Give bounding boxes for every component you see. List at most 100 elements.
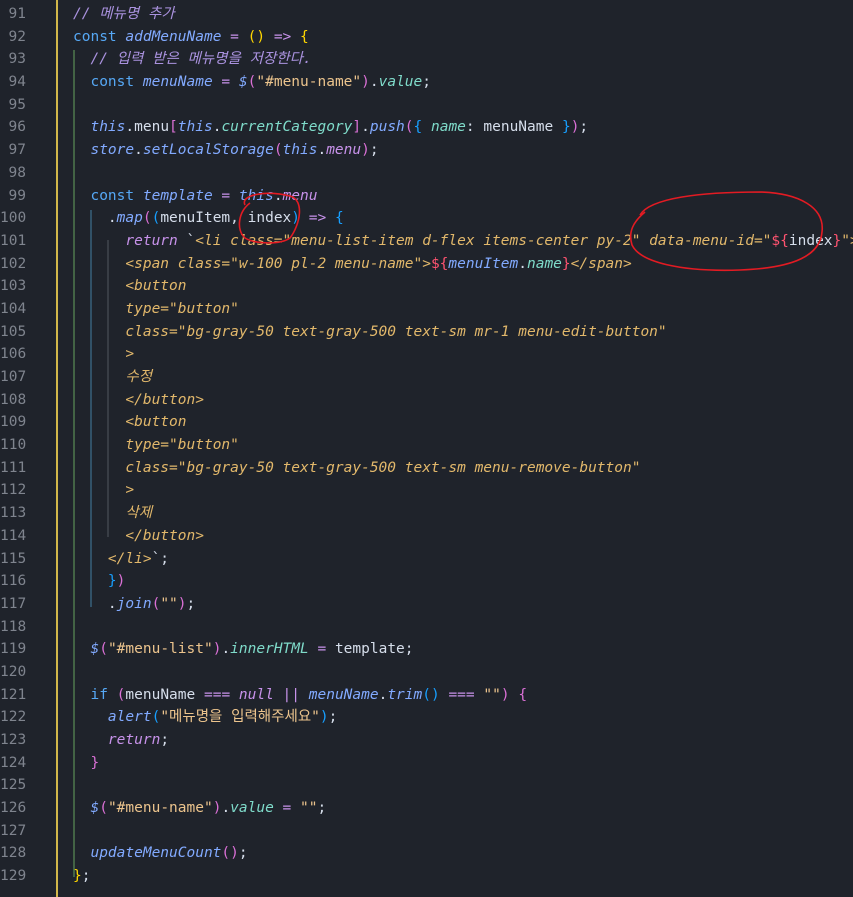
code-text: class="bg-gray-50 text-gray-500 text-sm … [73,457,853,480]
code-line[interactable]: 108 </button> [0,389,853,412]
code-line[interactable]: 105 class="bg-gray-50 text-gray-500 text… [0,321,853,344]
line-number: 120 [0,663,27,680]
code-token: ; [81,868,91,885]
code-token: value [378,74,423,91]
code-line[interactable]: 125 [0,774,853,797]
code-line[interactable]: 106 > [0,343,853,366]
code-token: . [107,595,117,612]
code-token: this [90,119,126,136]
code-token: ; [369,142,379,159]
code-line[interactable]: 117 .join(""); [0,593,853,616]
code-line[interactable]: 122 alert("메뉴명을 입력해주세요"); [0,706,853,729]
code-token: ; [579,119,589,136]
code-line[interactable]: 128 updateMenuCount(); [0,842,853,865]
code-text: </button> [73,389,853,412]
line-number: 115 [0,550,27,567]
code-line[interactable]: 95 [0,94,853,117]
code-token: value [230,800,274,817]
code-text: $("#menu-list").innerHTML = template; [73,638,853,661]
code-line[interactable]: 114 </button> [0,525,853,548]
code-text: alert("메뉴명을 입력해주세요"); [73,706,853,729]
code-line[interactable]: 97 store.setLocalStorage(this.menu); [0,139,853,162]
code-token: <button [125,414,187,431]
code-token: = [308,641,335,658]
code-token: () [422,686,440,703]
code-text: .map((menuItem, index) => { [73,207,853,230]
code-line[interactable]: 91 // 메뉴명 추가 [0,3,853,26]
code-line[interactable]: 101 return `<li class="menu-list-item d-… [0,230,853,253]
code-token: menuItem [448,255,519,272]
code-line[interactable]: 120 [0,661,853,684]
code-line[interactable]: 107 수정 [0,366,853,389]
code-token: } [832,232,842,249]
code-line[interactable]: 119 $("#menu-list").innerHTML = template… [0,638,853,661]
code-text: const template = this.menu [73,185,853,208]
code-line[interactable]: 121 if (menuName === null || menuName.tr… [0,684,853,707]
line-number: 109 [0,414,27,431]
code-token: menuItem [160,210,231,227]
line-number: 105 [0,323,27,340]
code-line[interactable]: 109 <button [0,411,853,434]
code-token: $ [90,641,100,658]
code-line[interactable]: 100 .map((menuItem, index) => { [0,207,853,230]
code-line[interactable]: 124 } [0,752,853,775]
code-line[interactable]: 96 this.menu[this.currentCategory].push(… [0,116,853,139]
code-token: > [125,346,135,363]
line-number: 127 [0,822,27,839]
code-editor[interactable]: 91// 메뉴명 추가 92 const addMenuName = () => {… [0,3,853,888]
code-line[interactable]: 92 const addMenuName = () => { [0,26,853,49]
code-line[interactable]: 94 const menuName = $("#menu-name").valu… [0,71,853,94]
code-token: . [369,74,379,91]
code-token: name [430,119,466,136]
code-token: ) [177,595,187,612]
line-number: 119 [0,641,27,658]
code-token: return [107,732,161,748]
code-line[interactable]: 129}; [0,865,853,888]
code-text: } [73,752,853,775]
code-text: }) [73,570,853,593]
code-token: . [134,142,143,159]
code-line[interactable]: 110 type="button" [0,434,853,457]
code-line[interactable]: 93 // 입력 받은 메뉴명을 저장한다. [0,48,853,71]
code-line[interactable]: 103 <button [0,275,853,298]
code-token: </button> [125,391,204,408]
code-token: type="button" [125,437,239,454]
code-token: updateMenuCount [90,845,222,862]
line-number: 96 [8,119,26,136]
code-token: ) [291,210,301,227]
code-token: <button [125,278,187,295]
code-text: // 메뉴명 추가 [73,3,853,26]
code-token: { [518,686,528,703]
code-line[interactable]: 104 type="button" [0,298,853,321]
code-line[interactable]: 123 return; [0,729,853,752]
code-line[interactable]: 111 class="bg-gray-50 text-gray-500 text… [0,457,853,480]
code-line[interactable]: 98 [0,162,853,185]
code-line[interactable]: 116 }) [0,570,853,593]
code-token: "" [483,686,501,703]
code-line[interactable]: 127 [0,820,853,843]
line-number: 112 [0,482,27,499]
code-token: ) [361,142,370,159]
code-line[interactable]: 118 [0,616,853,639]
line-number: 103 [0,278,27,295]
code-line[interactable]: 126 $("#menu-name").value = ""; [0,797,853,820]
code-line[interactable]: 112 > [0,479,853,502]
code-text: return; [73,729,853,752]
code-token: if [90,686,117,703]
code-token: . [221,641,231,658]
code-line[interactable]: 115 </li>`; [0,548,853,571]
code-token: menuName [308,686,379,703]
code-line[interactable]: 99 const template = this.menu [0,185,853,208]
code-text: type="button" [73,434,853,457]
code-line[interactable]: 102 <span class="w-100 pl-2 menu-name">$… [0,253,853,276]
code-line[interactable]: 113 삭제 [0,502,853,525]
code-token: ${ [430,255,449,272]
code-token: this [282,142,318,159]
